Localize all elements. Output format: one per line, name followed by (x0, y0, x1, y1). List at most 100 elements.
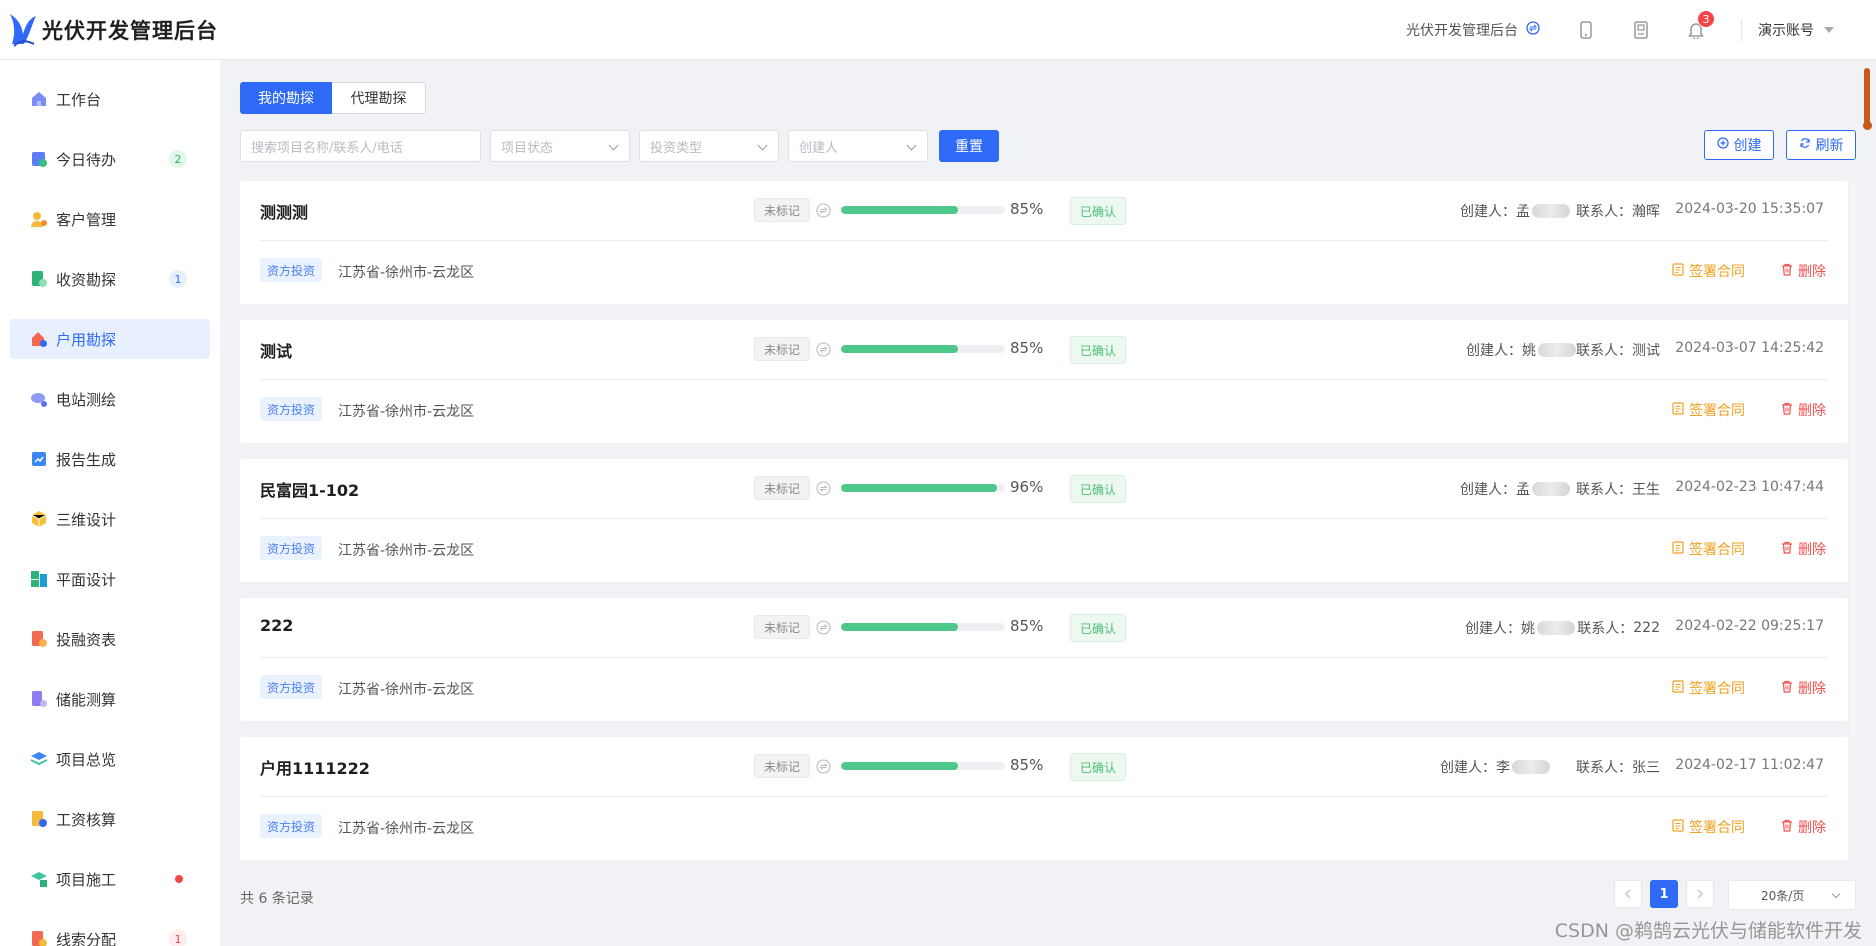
construction-icon (30, 870, 48, 888)
swap-icon[interactable] (816, 481, 831, 496)
project-title[interactable]: 民富园1-102 (260, 477, 359, 501)
contact-label: 联系人： (1576, 482, 1632, 498)
tab-agent-survey[interactable]: 代理勘探 (332, 82, 426, 114)
created-date: 2024-03-20 15:35:07 (1675, 201, 1824, 217)
plus-circle-icon (1716, 137, 1729, 153)
chevron-down-icon (906, 140, 917, 151)
project-title[interactable]: 户用1111222 (260, 755, 370, 779)
sidebar-item-workbench[interactable]: 工作台 (10, 79, 210, 119)
survey-card[interactable]: 民富园1-102 未标记 96% 已确认 创建人： 孟 联系人： 王生 2024… (240, 459, 1848, 582)
sidebar-item-station-survey[interactable]: 电站测绘 (10, 379, 210, 419)
refresh-icon (1799, 137, 1811, 153)
project-title[interactable]: 222 (260, 616, 293, 635)
swap-icon[interactable] (816, 620, 831, 635)
refresh-button[interactable]: 刷新 (1786, 130, 1856, 160)
project-title[interactable]: 测试 (260, 338, 292, 362)
delete-button[interactable]: 删除 (1781, 678, 1826, 698)
investment-type-tag: 资方投资 (260, 675, 322, 699)
status-select[interactable]: 项目状态 (490, 130, 630, 162)
mark-status-tag: 未标记 (754, 198, 810, 222)
contact-info: 联系人： 222 (1577, 618, 1660, 638)
notification-bell[interactable]: 3 (1686, 10, 1715, 40)
sidebar-item-label: 平面设计 (56, 570, 117, 589)
house-survey-icon (30, 330, 48, 348)
swap-icon[interactable] (816, 342, 831, 357)
sign-contract-button[interactable]: 签署合同 (1672, 817, 1745, 837)
sidebar-item-customer[interactable]: 客户管理 (10, 199, 210, 239)
sidebar-item-3d-design[interactable]: 三维设计 (10, 499, 210, 539)
sidebar-item-plane-design[interactable]: 平面设计 (10, 559, 210, 599)
reset-button[interactable]: 重置 (939, 130, 999, 162)
survey-card[interactable]: 户用1111222 未标记 85% 已确认 创建人： 李 联系人： 张三 202… (240, 737, 1848, 860)
contact-label: 联系人： (1577, 621, 1634, 637)
sidebar-item-lead-assign[interactable]: 线索分配 1 (10, 919, 210, 946)
list-scrollbar[interactable] (1850, 180, 1856, 740)
progress-bar (841, 484, 1005, 492)
sign-contract-button[interactable]: 签署合同 (1672, 678, 1745, 698)
contact-info: 联系人： 王生 (1576, 479, 1660, 499)
sign-contract-button[interactable]: 签署合同 (1672, 400, 1745, 420)
progress-bar (841, 762, 1005, 770)
sidebar-item-report[interactable]: 报告生成 (10, 439, 210, 479)
delete-button[interactable]: 删除 (1781, 400, 1826, 420)
created-date: 2024-02-23 10:47:44 (1675, 479, 1824, 495)
app-logo[interactable]: 光伏开发管理后台 (8, 10, 218, 50)
sidebar: 工作台 今日待办 2 客户管理 收资勘探 1 户用勘探 电站测绘 报告生成 三维… (0, 60, 220, 946)
creator-name: 孟 (1516, 204, 1530, 220)
contract-icon (1672, 401, 1684, 419)
mark-status-tag: 未标记 (754, 476, 810, 500)
layout-icon (30, 570, 48, 588)
survey-card[interactable]: 测测测 未标记 85% 已确认 创建人： 孟 联系人： 瀚晖 2024-03-2… (240, 181, 1848, 304)
sidebar-item-data-collection[interactable]: 收资勘探 1 (10, 259, 210, 299)
sidebar-item-construction[interactable]: 项目施工 (10, 859, 210, 899)
delete-button[interactable]: 删除 (1781, 261, 1826, 281)
sign-contract-button[interactable]: 签署合同 (1672, 539, 1745, 559)
page-scrollbar-thumb[interactable] (1863, 68, 1872, 130)
sidebar-item-salary[interactable]: 工资核算 (10, 799, 210, 839)
progress-bar (841, 345, 1005, 353)
card-divider (260, 518, 1828, 519)
creator-select[interactable]: 创建人 (788, 130, 928, 162)
investment-type-tag: 资方投资 (260, 258, 322, 282)
account-menu[interactable]: 演示账号 (1758, 20, 1834, 40)
creator-info: 创建人： 姚 (1465, 618, 1575, 638)
page-size-select[interactable]: 20条/页 (1728, 880, 1856, 910)
tab-my-survey[interactable]: 我的勘探 (240, 82, 332, 114)
project-address: 江苏省-徐州市-云龙区 (338, 265, 475, 281)
todo-count-badge: 2 (169, 150, 187, 168)
delete-button[interactable]: 删除 (1781, 817, 1826, 837)
sidebar-item-project-overview[interactable]: 项目总览 (10, 739, 210, 779)
create-button[interactable]: 创建 (1704, 130, 1774, 160)
sidebar-item-today-todo[interactable]: 今日待办 2 (10, 139, 210, 179)
sidebar-item-label: 储能测算 (56, 690, 117, 709)
project-address: 江苏省-徐州市-云龙区 (338, 404, 475, 420)
prev-page-button[interactable] (1614, 880, 1642, 908)
survey-tabs: 我的勘探 代理勘探 (240, 82, 426, 114)
page-number-button[interactable]: 1 (1650, 880, 1678, 908)
sign-contract-label: 签署合同 (1689, 403, 1745, 419)
delete-button[interactable]: 删除 (1781, 539, 1826, 559)
sidebar-item-label: 工作台 (56, 90, 102, 109)
project-title[interactable]: 测测测 (260, 199, 308, 223)
swap-icon[interactable] (816, 759, 831, 774)
survey-card[interactable]: 222 未标记 85% 已确认 创建人： 姚 联系人： 222 2024-02-… (240, 598, 1848, 721)
next-page-button[interactable] (1686, 880, 1714, 908)
sign-contract-button[interactable]: 签署合同 (1672, 261, 1745, 281)
report-icon (30, 450, 48, 468)
delete-label: 删除 (1798, 264, 1826, 280)
search-input[interactable]: 搜索项目名称/联系人/电话 (240, 130, 481, 162)
sidebar-item-household-survey[interactable]: 户用勘探 (10, 319, 210, 359)
contact-info: 联系人： 张三 (1576, 757, 1660, 777)
sidebar-item-storage-calc[interactable]: 储能测算 (10, 679, 210, 719)
investment-type-select[interactable]: 投资类型 (639, 130, 779, 162)
customer-icon (30, 210, 48, 228)
creator-label: 创建人： (1466, 343, 1522, 359)
sidebar-item-finance[interactable]: 投融资表 (10, 619, 210, 659)
swap-icon[interactable] (816, 203, 831, 218)
mobile-icon[interactable] (1576, 20, 1596, 40)
qrcode-icon[interactable] (1631, 20, 1651, 40)
survey-card[interactable]: 测试 未标记 85% 已确认 创建人： 姚 联系人： 测试 2024-03-07… (240, 320, 1848, 443)
contact-name: 瀚晖 (1632, 204, 1660, 220)
system-switch-link[interactable]: 光伏开发管理后台 (1406, 20, 1540, 40)
chevron-down-icon (757, 140, 768, 151)
